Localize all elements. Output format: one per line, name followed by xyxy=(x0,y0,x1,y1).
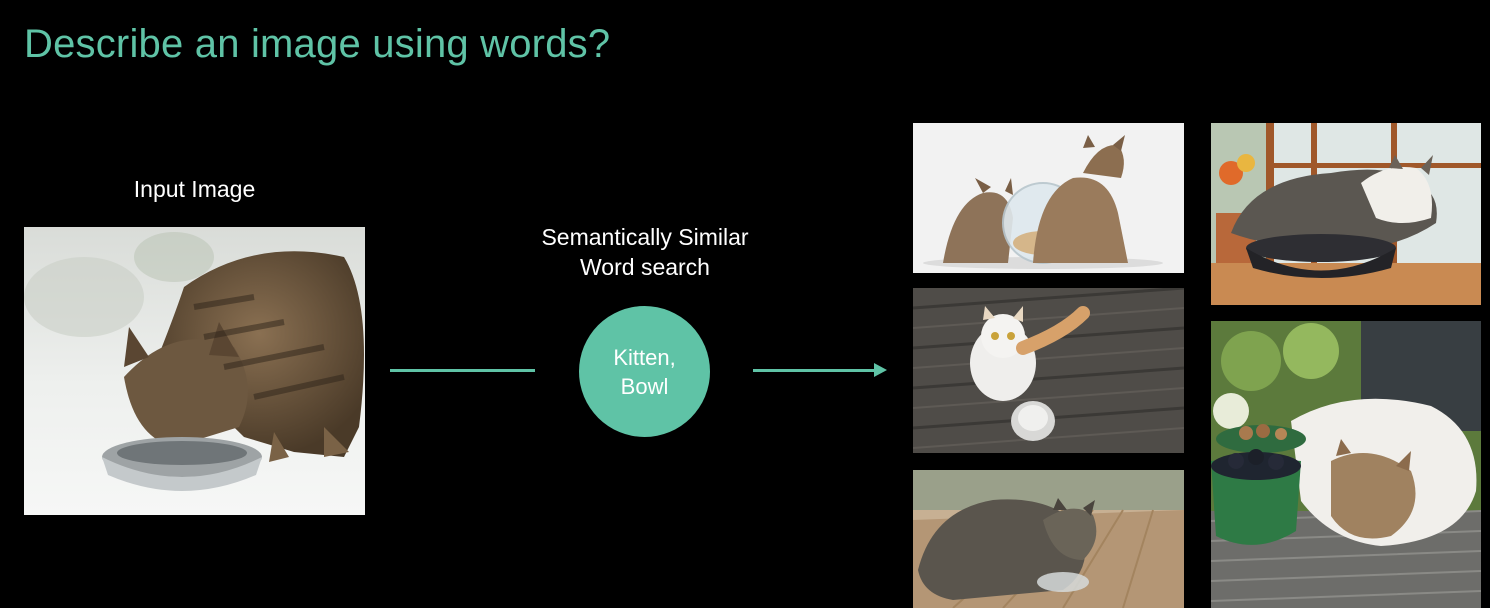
arrow-right-icon xyxy=(874,363,887,377)
keyword-circle: Kitten, Bowl xyxy=(579,306,710,437)
result-image-cat-floor-bowl xyxy=(913,288,1184,453)
result-image-kittens-fishbowl xyxy=(913,123,1184,273)
input-image-label: Input Image xyxy=(133,176,256,202)
search-label: Semantically Similar Word search xyxy=(515,222,775,282)
connector-line-left xyxy=(390,369,535,372)
result-image-cat-sleeping-fruit xyxy=(1211,321,1481,608)
result-image-cat-drinking xyxy=(913,470,1184,608)
result-image-cat-window-bowl xyxy=(1211,123,1481,305)
keyword-1: Kitten, xyxy=(613,344,676,370)
search-label-line1: Semantically Similar xyxy=(541,224,749,250)
slide-title: Describe an image using words? xyxy=(24,22,611,66)
keyword-2: Bowl xyxy=(620,373,669,399)
input-image xyxy=(24,227,365,515)
search-label-line2: Word search xyxy=(580,254,710,280)
connector-line-right xyxy=(753,369,877,372)
